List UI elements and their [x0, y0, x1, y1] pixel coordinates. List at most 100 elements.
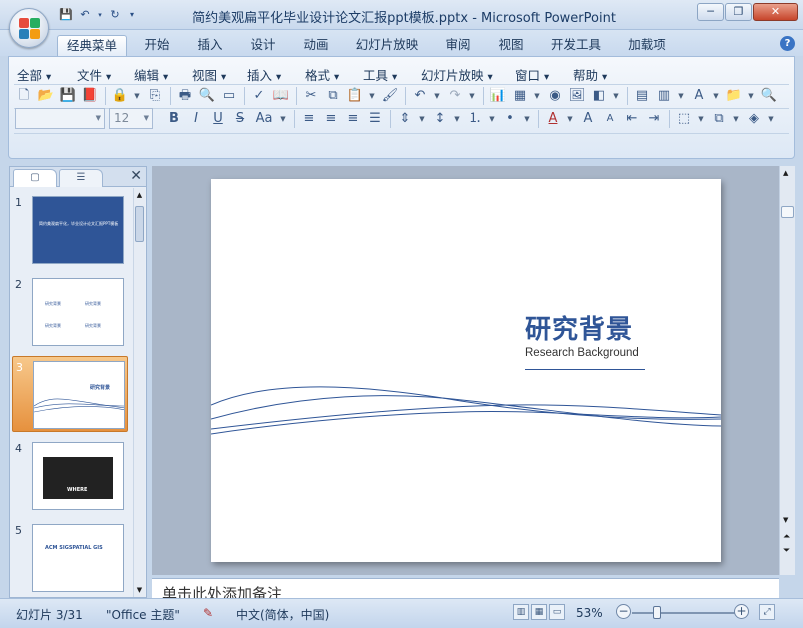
minimize-button[interactable]: ─: [697, 3, 724, 21]
spellcheck-icon[interactable]: ✎: [203, 606, 213, 620]
normal-view-button[interactable]: ▥: [513, 604, 529, 620]
slide-sorter-button[interactable]: ▦: [531, 604, 547, 620]
chevron-down-icon[interactable]: ▼: [453, 110, 461, 128]
chevron-down-icon[interactable]: ▼: [566, 110, 574, 128]
thumbnail-item-2[interactable]: 2 研究背景 研究背景 研究背景 研究背景: [12, 274, 128, 350]
new-slide-icon[interactable]: ▤: [633, 87, 651, 105]
slideshow-button[interactable]: ▭: [549, 604, 565, 620]
bold-icon[interactable]: B: [165, 110, 183, 128]
close-button[interactable]: ✕: [753, 3, 798, 21]
increase-indent-icon[interactable]: ⇥: [645, 110, 663, 128]
open-folder-icon[interactable]: 📂: [37, 87, 55, 105]
thumbnail-item-1[interactable]: 1 简约美观扁平化，毕业设计论文汇报PPT模板: [12, 192, 128, 268]
scroll-up-icon[interactable]: ▲: [783, 169, 788, 177]
slide-scrollbar[interactable]: ▲ ▼ ⏶ ⏷: [779, 166, 795, 575]
color-grayscale-icon[interactable]: ◧: [590, 87, 608, 105]
chevron-down-icon[interactable]: ▼: [677, 87, 685, 105]
publish-icon[interactable]: ⎘: [146, 87, 164, 105]
fit-to-window-button[interactable]: ⤢: [759, 604, 775, 620]
tab-home[interactable]: 开始: [134, 35, 180, 56]
print-icon[interactable]: 🖶: [176, 87, 194, 105]
chevron-down-icon[interactable]: ▼: [368, 87, 376, 105]
thumbnail-item-3[interactable]: 3 研究背景: [12, 356, 128, 432]
font-name-select[interactable]: ▼: [15, 108, 105, 129]
menu-view[interactable]: 视图 ▾: [192, 65, 247, 84]
decrease-indent-icon[interactable]: ⇤: [623, 110, 641, 128]
chevron-down-icon[interactable]: ▼: [747, 87, 755, 105]
chart-icon[interactable]: 📊: [489, 87, 507, 105]
spelling-icon[interactable]: ✓: [250, 87, 268, 105]
chevron-down-icon[interactable]: ▼: [488, 110, 496, 128]
chevron-down-icon[interactable]: ▼: [767, 110, 775, 128]
tab-slideshow[interactable]: 幻灯片放映: [346, 35, 428, 56]
zoom-slider-thumb[interactable]: [653, 606, 662, 619]
zoom-level[interactable]: 53%: [576, 606, 603, 620]
format-painter-icon[interactable]: 🖌: [381, 87, 399, 105]
slide-title[interactable]: 研究背景: [525, 309, 633, 346]
chevron-down-icon[interactable]: ▼: [418, 110, 426, 128]
grow-font-icon[interactable]: A: [579, 110, 597, 128]
change-case-icon[interactable]: Aa: [253, 110, 275, 128]
undo-icon[interactable]: ↶: [411, 87, 429, 105]
office-button[interactable]: [9, 8, 49, 48]
thumbnail-item-5[interactable]: 5 ACM SIGSPATIAL GIS: [12, 520, 128, 596]
scroll-thumb[interactable]: [135, 206, 144, 242]
bullets-icon[interactable]: •: [501, 110, 519, 128]
align-right-icon[interactable]: ≡: [344, 110, 362, 128]
strikethrough-icon[interactable]: S: [231, 110, 249, 128]
italic-icon[interactable]: I: [187, 110, 205, 128]
tab-addins[interactable]: 加载项: [618, 35, 676, 56]
picture-icon[interactable]: 🖼: [568, 87, 586, 105]
chevron-down-icon[interactable]: ▼: [523, 110, 531, 128]
tab-design[interactable]: 设计: [240, 35, 286, 56]
tab-view[interactable]: 视图: [488, 35, 534, 56]
search-icon[interactable]: 🔍: [760, 87, 778, 105]
menu-help[interactable]: 帮助 ▾: [573, 65, 631, 84]
scroll-down-icon[interactable]: ▼: [135, 586, 144, 594]
clip-art-icon[interactable]: ◉: [546, 87, 564, 105]
table-icon[interactable]: ▦: [511, 87, 529, 105]
chevron-down-icon[interactable]: ▼: [612, 87, 620, 105]
previous-slide-icon[interactable]: ⏶: [783, 532, 790, 542]
menu-window[interactable]: 窗口 ▾: [515, 65, 573, 84]
slide-canvas[interactable]: 研究背景 Research Background: [211, 179, 721, 562]
justify-icon[interactable]: ☰: [366, 110, 384, 128]
quick-print-icon[interactable]: ▭: [220, 87, 238, 105]
tab-outline[interactable]: ☰: [59, 169, 103, 187]
save-as-pdf-icon[interactable]: 📕: [81, 87, 99, 105]
help-icon[interactable]: ?: [780, 36, 795, 51]
scroll-down-icon[interactable]: ▼: [783, 516, 788, 524]
chevron-down-icon[interactable]: ▼: [133, 87, 141, 105]
zoom-in-icon[interactable]: +: [734, 604, 749, 619]
menu-tools[interactable]: 工具 ▾: [363, 65, 421, 84]
quick-styles-icon[interactable]: ◈: [745, 110, 763, 128]
close-icon[interactable]: ✕: [130, 168, 142, 184]
chevron-down-icon[interactable]: ▼: [697, 110, 705, 128]
menu-edit[interactable]: 编辑 ▾: [134, 65, 192, 84]
tab-animation[interactable]: 动画: [293, 35, 339, 56]
permission-icon[interactable]: 🔒: [111, 87, 129, 105]
tab-developer[interactable]: 开发工具: [541, 35, 611, 56]
chevron-down-icon[interactable]: ▼: [712, 87, 720, 105]
tab-insert[interactable]: 插入: [187, 35, 233, 56]
chevron-down-icon[interactable]: ▼: [279, 110, 287, 128]
menu-format[interactable]: 格式 ▾: [305, 65, 363, 84]
tab-classic-menu[interactable]: 经典菜单: [57, 35, 127, 56]
new-file-icon[interactable]: 🗋: [15, 87, 33, 105]
chevron-down-icon[interactable]: ▼: [732, 110, 740, 128]
align-center-icon[interactable]: ≡: [322, 110, 340, 128]
thumbnail-item-4[interactable]: 4 WHERE: [12, 438, 128, 514]
menu-file[interactable]: 文件 ▾: [77, 65, 134, 84]
textbox-icon[interactable]: A: [690, 87, 708, 105]
notes-pane[interactable]: 单击此处添加备注: [152, 578, 779, 598]
text-direction-icon[interactable]: ⇕: [396, 110, 414, 128]
arrange-icon[interactable]: ⧉: [710, 110, 728, 128]
shapes-icon[interactable]: ⬚: [675, 110, 693, 128]
line-spacing-icon[interactable]: ↕: [431, 110, 449, 128]
slide-subtitle[interactable]: Research Background: [525, 347, 639, 359]
underline-icon[interactable]: U: [209, 110, 227, 128]
zoom-out-icon[interactable]: −: [616, 604, 631, 619]
chevron-down-icon[interactable]: ▼: [468, 87, 476, 105]
print-preview-icon[interactable]: 🔍: [198, 87, 216, 105]
copy-icon[interactable]: ⧉: [324, 87, 342, 105]
